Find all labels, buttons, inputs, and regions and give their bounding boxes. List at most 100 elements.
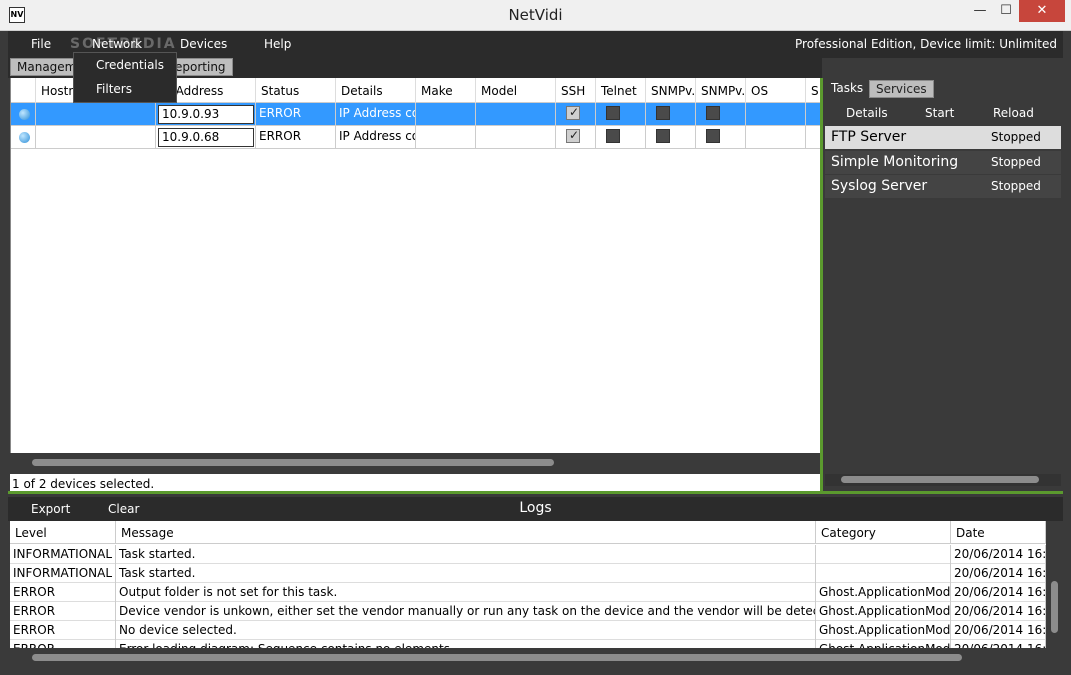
column-header-ssh[interactable]: SSH (556, 78, 596, 103)
cell-make (416, 103, 476, 126)
ip-address-field[interactable]: 10.9.0.68 (158, 128, 254, 147)
log-row[interactable]: ERROR Output folder is not set for this … (10, 583, 1046, 602)
logs-vertical-scroll-thumb[interactable] (1051, 581, 1058, 633)
tab-services[interactable]: Services (869, 80, 934, 98)
menu-item-filters[interactable]: Filters (96, 82, 132, 96)
log-level: ERROR (10, 583, 116, 602)
tab-tasks[interactable]: Tasks (825, 80, 869, 98)
menu-file[interactable]: File (31, 37, 51, 51)
log-row[interactable]: ERROR Error loading diagram: Sequence co… (10, 640, 1046, 648)
snmp-2-checkbox[interactable] (706, 106, 720, 120)
log-date: 20/06/2014 16:48 (951, 621, 1046, 640)
softpedia-watermark: SOFTPEDIA (70, 36, 177, 52)
cell-make (416, 126, 476, 149)
log-row[interactable]: INFORMATIONAL Task started. 20/06/2014 1… (10, 564, 1046, 583)
services-scroll-thumb[interactable] (841, 476, 1039, 483)
horizontal-splitter[interactable] (8, 491, 1063, 494)
logs-horizontal-scrollbar[interactable] (10, 648, 1046, 667)
menu-item-credentials[interactable]: Credentials (96, 58, 164, 72)
services-panel: Tasks Services Details Start Reload FTP … (823, 78, 1063, 492)
menu-devices[interactable]: Devices (180, 37, 227, 51)
log-date: 20/06/2014 16:49 (951, 602, 1046, 621)
device-grid-scroll-thumb[interactable] (32, 459, 554, 466)
device-grid-scrollbar[interactable] (10, 453, 820, 472)
logs-title: Logs (519, 500, 552, 516)
snmp-2-checkbox[interactable] (706, 129, 720, 143)
right-panel-tabs: Tasks Services (823, 78, 1063, 98)
clear-button[interactable]: Clear (108, 502, 139, 516)
export-button[interactable]: Export (31, 502, 70, 516)
details-button[interactable]: Details (846, 106, 888, 120)
log-level: ERROR (10, 640, 116, 648)
service-state: Stopped (991, 155, 1041, 169)
column-header-more[interactable]: S (806, 78, 821, 103)
cell-status: ERROR (256, 103, 336, 126)
column-header-os[interactable]: OS (746, 78, 806, 103)
log-date: 20/06/2014 16:50 (951, 583, 1046, 602)
network-dropdown-menu: Credentials Filters (73, 52, 177, 103)
telnet-checkbox[interactable] (606, 106, 620, 120)
log-level: ERROR (10, 602, 116, 621)
cell-ip: 10.9.0.68 (156, 126, 256, 149)
device-status-dot-icon (19, 132, 30, 143)
cell-os (746, 103, 806, 126)
cell-model (476, 103, 556, 126)
log-row[interactable]: ERROR No device selected. Ghost.Applicat… (10, 621, 1046, 640)
cell-ip: 10.9.0.93 (156, 103, 256, 126)
service-item[interactable]: Simple Monitoring Stopped (825, 151, 1061, 174)
column-header-date[interactable]: Date (951, 521, 1046, 544)
device-row[interactable]: 10.9.0.93 ERROR IP Address co (11, 103, 821, 126)
device-grid: Hostna IP Address Status Details Make Mo… (10, 78, 821, 470)
log-message: Task started. (116, 545, 816, 564)
ssh-checkbox[interactable] (566, 105, 580, 120)
minimize-button[interactable]: — (967, 0, 993, 22)
service-name: FTP Server (831, 129, 907, 145)
menu-help[interactable]: Help (264, 37, 291, 51)
device-row[interactable]: 10.9.0.68 ERROR IP Address co (11, 126, 821, 149)
log-category: Ghost.ApplicationModel (816, 640, 951, 648)
column-header-make[interactable]: Make (416, 78, 476, 103)
logs-table: Level Message Category Date INFORMATIONA… (10, 521, 1046, 648)
column-header-snmp-1[interactable]: SNMPv. (646, 78, 696, 103)
reload-button[interactable]: Reload (993, 106, 1034, 120)
cell-details: IP Address co (336, 126, 416, 149)
cell-snmp-2 (696, 126, 746, 149)
service-state: Stopped (991, 179, 1041, 193)
service-name: Syslog Server (831, 178, 928, 194)
ssh-checkbox[interactable] (566, 128, 580, 143)
cell-snmp-1 (646, 126, 696, 149)
column-header-telnet[interactable]: Telnet (596, 78, 646, 103)
cell-telnet (596, 126, 646, 149)
column-header-category[interactable]: Category (816, 521, 951, 544)
cell-model (476, 126, 556, 149)
service-item[interactable]: Syslog Server Stopped (825, 175, 1061, 198)
log-row[interactable]: INFORMATIONAL Task started. 20/06/2014 1… (10, 545, 1046, 564)
log-level: INFORMATIONAL (10, 564, 116, 583)
column-header-message[interactable]: Message (116, 521, 816, 544)
telnet-checkbox[interactable] (606, 129, 620, 143)
logs-vertical-scrollbar[interactable] (1046, 521, 1063, 648)
column-header-model[interactable]: Model (476, 78, 556, 103)
column-header-status[interactable]: Status (256, 78, 336, 103)
snmp-1-checkbox[interactable] (656, 106, 670, 120)
column-header-details[interactable]: Details (336, 78, 416, 103)
log-category: Ghost.ApplicationModel (816, 583, 951, 602)
log-row[interactable]: ERROR Device vendor is unkown, either se… (10, 602, 1046, 621)
logs-horizontal-scroll-thumb[interactable] (32, 654, 962, 661)
start-button[interactable]: Start (925, 106, 954, 120)
cell-os (746, 126, 806, 149)
service-item[interactable]: FTP Server Stopped (825, 126, 1061, 149)
ip-address-field[interactable]: 10.9.0.93 (158, 105, 254, 124)
maximize-button[interactable]: ☐ (993, 0, 1019, 22)
close-button[interactable]: ✕ (1019, 0, 1065, 22)
tab-reporting[interactable]: eporting (168, 58, 233, 76)
logs-toolbar: Logs Export Clear (8, 497, 1063, 521)
column-header-level[interactable]: Level (10, 521, 116, 544)
cell-snmp-1 (646, 103, 696, 126)
cell-ssh (556, 103, 596, 126)
title-bar: NV NetVidi — ☐ ✕ (0, 0, 1071, 31)
services-scrollbar[interactable] (825, 474, 1061, 486)
cell-ssh (556, 126, 596, 149)
snmp-1-checkbox[interactable] (656, 129, 670, 143)
column-header-snmp-2[interactable]: SNMPv. (696, 78, 746, 103)
